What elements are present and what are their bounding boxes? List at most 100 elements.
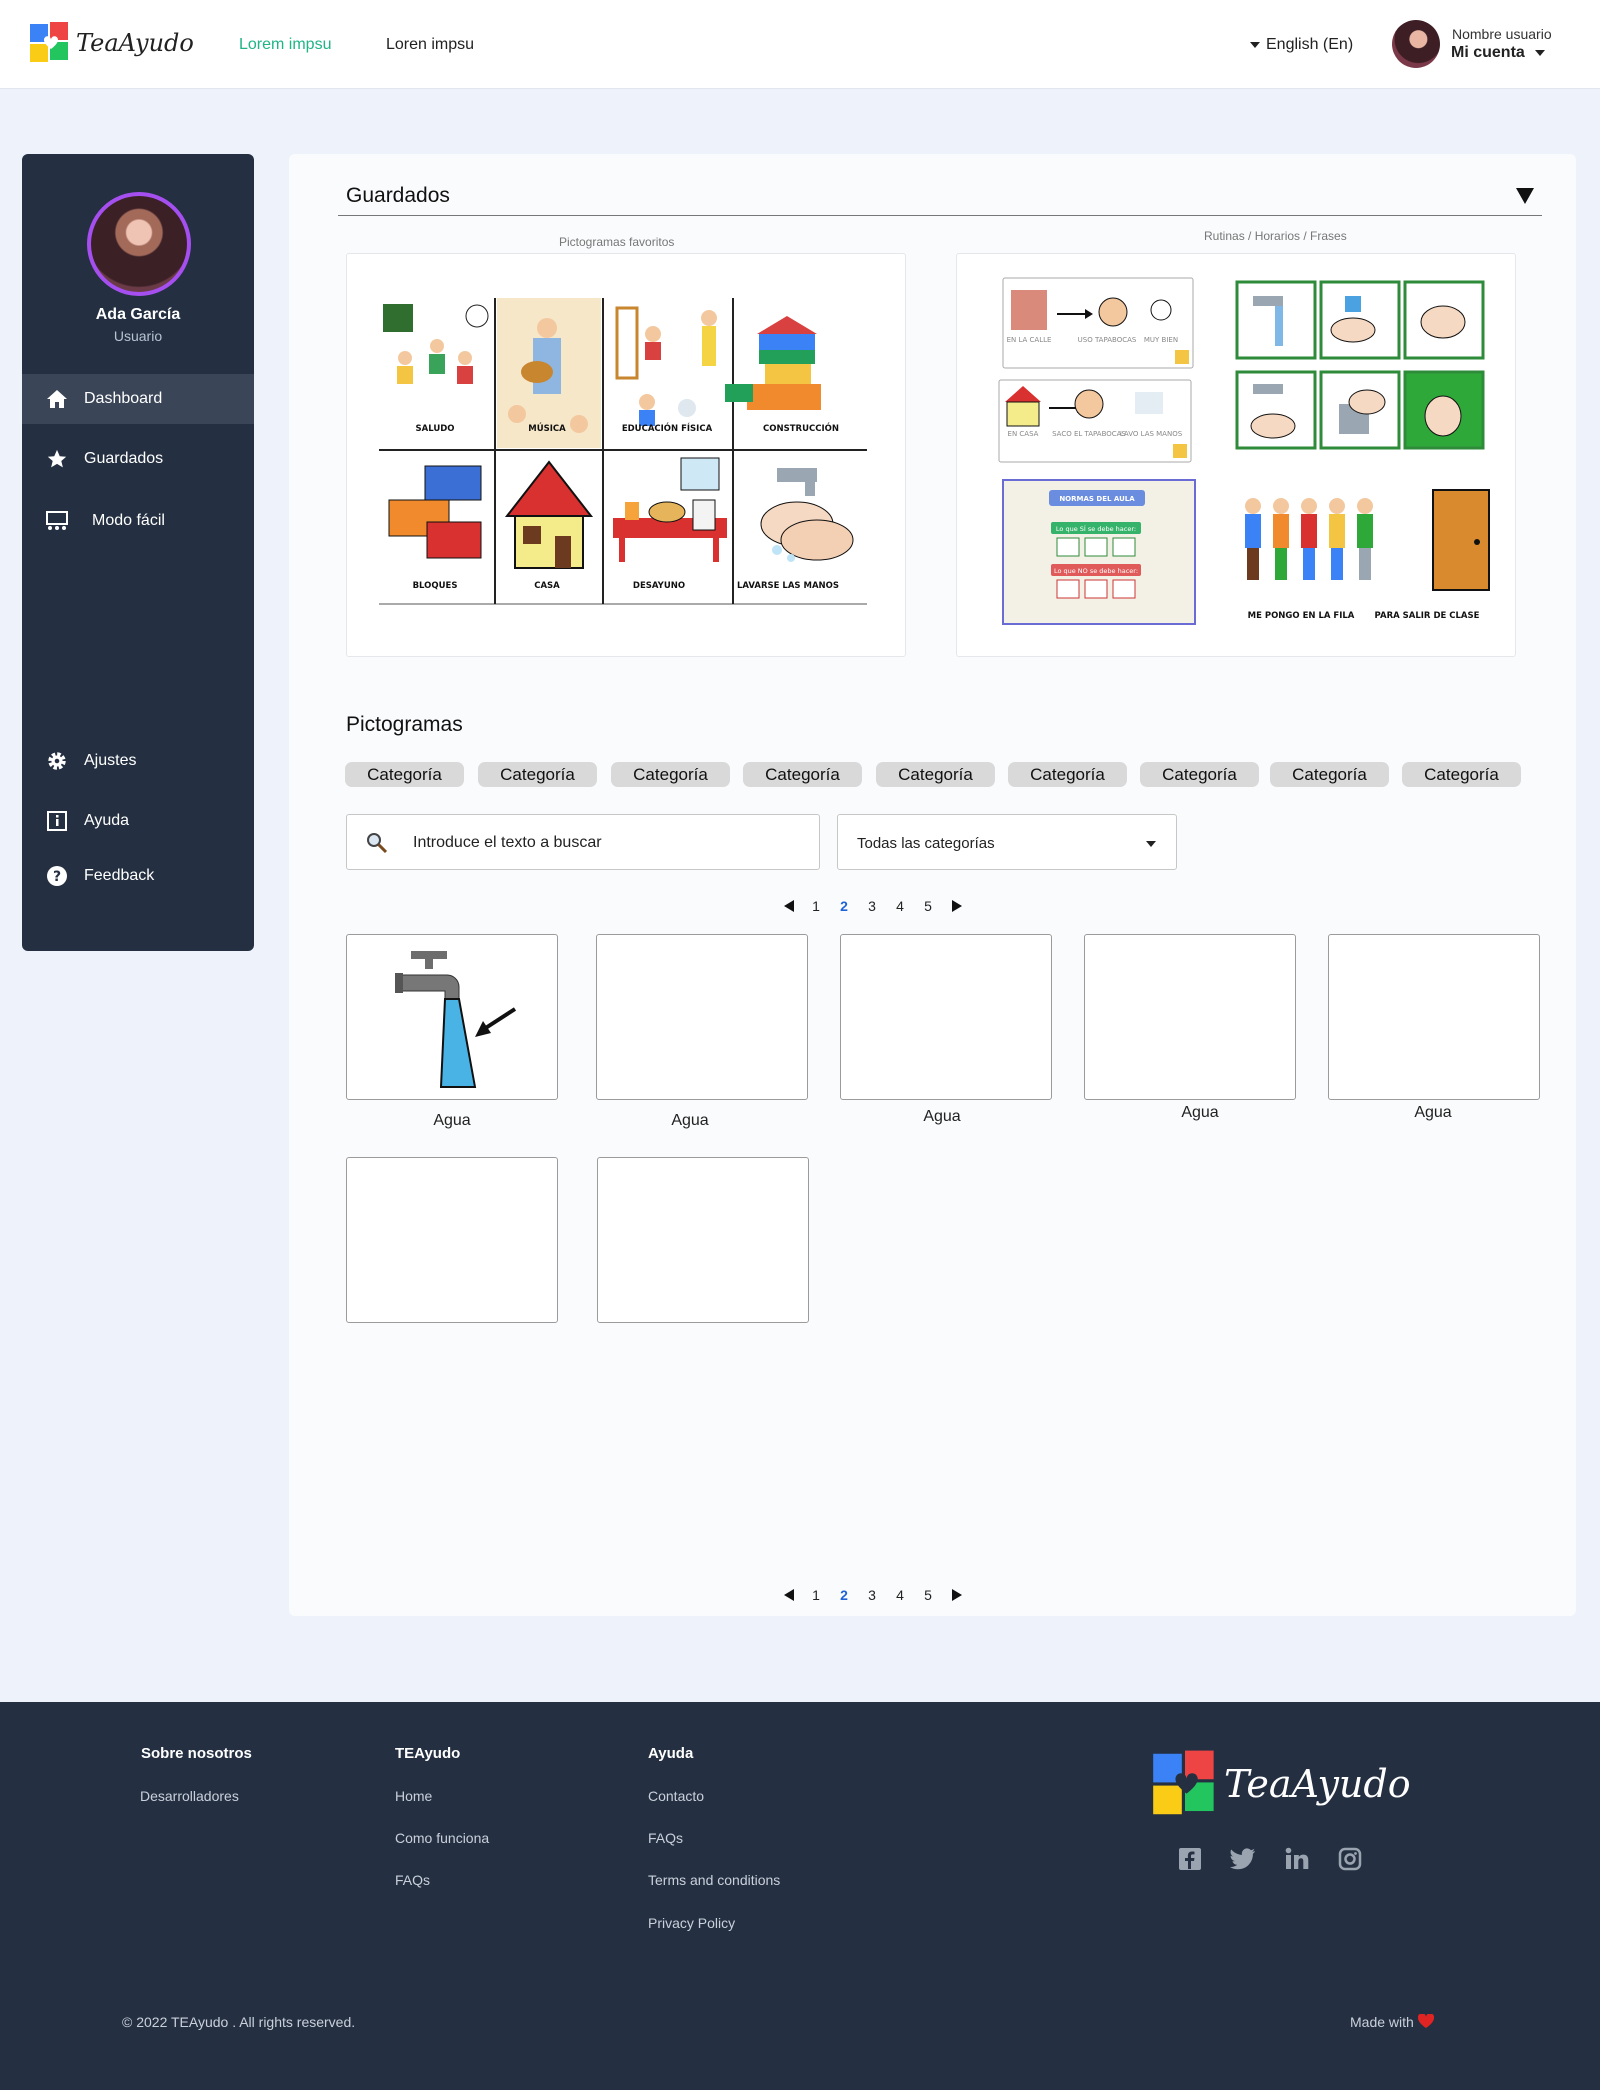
pagination-bottom: 1 2 3 4 5 <box>784 1587 962 1603</box>
category-chip[interactable]: Categoría <box>1008 762 1127 787</box>
puzzle-logo-icon <box>30 22 68 62</box>
footer-link-contact[interactable]: Contacto <box>648 1788 704 1804</box>
greeting-pictogram <box>383 304 489 384</box>
sidebar-item-dashboard[interactable]: Dashboard <box>22 374 254 424</box>
nav-link-1[interactable]: Lorem impsu <box>239 36 331 54</box>
pictogram-tile[interactable] <box>597 1157 809 1323</box>
account-menu-label: Mi cuenta <box>1451 44 1525 61</box>
footer-link-faqs[interactable]: FAQs <box>648 1830 683 1846</box>
routines-card-label: Rutinas / Horarios / Frases <box>1204 229 1347 243</box>
page-link[interactable]: 3 <box>858 1587 886 1603</box>
category-chip[interactable]: Categoría <box>743 762 862 787</box>
sidebar-item-label: Feedback <box>84 867 155 884</box>
footer-link-terms[interactable]: Terms and conditions <box>648 1872 780 1888</box>
sidebar-item-feedback[interactable]: ? Feedback <box>22 851 254 901</box>
category-chip[interactable]: Categoría <box>345 762 464 787</box>
routine-caption: PARA SALIR DE CLASE <box>1375 611 1480 621</box>
routine-caption: ME PONGO EN LA FILA <box>1248 611 1355 621</box>
next-page-icon[interactable] <box>952 1589 962 1601</box>
routine-caption: EN LA CALLE <box>1007 336 1052 344</box>
app-logo[interactable]: TeaAyudo <box>28 20 194 66</box>
collapse-toggle-icon[interactable] <box>1516 188 1534 204</box>
breakfast-pictogram <box>613 457 727 562</box>
made-with-label: Made with <box>1350 2014 1414 2030</box>
pictogram-tile[interactable] <box>840 934 1052 1100</box>
page-link[interactable]: 3 <box>858 898 886 914</box>
page-link-current[interactable]: 2 <box>830 1587 858 1603</box>
footer-logo[interactable]: TeaAyudo <box>1150 1747 1411 1821</box>
footer-column-title: Sobre nosotros <box>141 1745 252 1762</box>
sidebar-item-label: Dashboard <box>84 390 163 407</box>
instagram-icon[interactable] <box>1337 1846 1363 1872</box>
profile-avatar <box>87 192 191 296</box>
profile-role: Usuario <box>113 328 163 344</box>
category-filter-value: Todas las categorías <box>857 835 995 852</box>
category-chip[interactable]: Categoría <box>876 762 995 787</box>
star-icon <box>44 446 70 472</box>
footer-link-home[interactable]: Home <box>395 1788 432 1804</box>
home-icon <box>44 386 70 412</box>
search-input[interactable]: Introduce el texto a buscar <box>346 814 820 870</box>
pictogram-tile[interactable] <box>346 1157 558 1323</box>
category-chip[interactable]: Categoría <box>1270 762 1389 787</box>
page-link[interactable]: 5 <box>914 1587 942 1603</box>
question-icon: ? <box>44 863 70 889</box>
logo-text: TeaAyudo <box>76 29 194 57</box>
account-menu[interactable]: Mi cuenta <box>1451 44 1551 62</box>
routines-card[interactable]: EN LA CALLE USO TAPABOCAS MUY BIEN EN CA… <box>956 253 1516 657</box>
routine-caption: MUY BIEN <box>1144 336 1178 344</box>
pictogram-label: Agua <box>1414 1104 1452 1121</box>
routine-caption: SACO EL TAPABOCAS <box>1052 430 1126 438</box>
category-chip[interactable]: Categoría <box>478 762 597 787</box>
favorites-card[interactable]: SALUDO MÚSICA EDUCACIÓN FÍSICA CONSTRUCC… <box>346 253 906 657</box>
sidebar-item-ajustes[interactable]: Ajustes <box>22 736 254 786</box>
category-chip[interactable]: Categoría <box>611 762 730 787</box>
top-bar: TeaAyudo Lorem impsu Loren impsu English… <box>0 0 1600 89</box>
sidebar-item-guardados[interactable]: Guardados <box>22 434 254 484</box>
pictogram-tile[interactable] <box>346 934 558 1100</box>
rules-board-do: Lo que SÍ se debe hacer: <box>1056 524 1136 533</box>
favorites-pictogram-board: SALUDO MÚSICA EDUCACIÓN FÍSICA CONSTRUCC… <box>379 298 867 605</box>
footer-link-developers[interactable]: Desarrolladores <box>140 1788 239 1804</box>
made-with: Made with <box>1350 2013 1434 2030</box>
sidebar-item-ayuda[interactable]: Ayuda <box>22 796 254 846</box>
language-selector[interactable]: English (En) <box>1250 36 1353 54</box>
page-link[interactable]: 4 <box>886 1587 914 1603</box>
prev-page-icon[interactable] <box>784 900 794 912</box>
category-chip[interactable]: Categoría <box>1140 762 1259 787</box>
category-chip[interactable]: Categoría <box>1402 762 1521 787</box>
footer-column-title: Ayuda <box>648 1745 694 1762</box>
page-link[interactable]: 1 <box>802 1587 830 1603</box>
pictograms-section-title: Pictogramas <box>346 713 463 736</box>
pictogram-label: Agua <box>671 1112 709 1129</box>
category-filter-select[interactable]: Todas las categorías <box>837 814 1177 870</box>
page-link[interactable]: 5 <box>914 898 942 914</box>
linkedin-icon[interactable] <box>1284 1846 1310 1872</box>
page-link[interactable]: 1 <box>802 898 830 914</box>
footer-link-faqs[interactable]: FAQs <box>395 1872 430 1888</box>
routine-caption: LAVO LAS MANOS <box>1120 430 1183 438</box>
pictogram-tile[interactable] <box>1328 934 1540 1100</box>
page-link-current[interactable]: 2 <box>830 898 858 914</box>
footer-link-privacy[interactable]: Privacy Policy <box>648 1915 735 1931</box>
sidebar-item-label: Ajustes <box>84 752 137 769</box>
avatar[interactable] <box>1392 20 1440 68</box>
routines-board: EN LA CALLE USO TAPABOCAS MUY BIEN EN CA… <box>998 277 1490 625</box>
twitter-icon[interactable] <box>1230 1846 1256 1872</box>
page-link[interactable]: 4 <box>886 898 914 914</box>
prev-page-icon[interactable] <box>784 1589 794 1601</box>
next-page-icon[interactable] <box>952 900 962 912</box>
info-icon <box>44 808 70 834</box>
nav-link-2[interactable]: Loren impsu <box>386 36 474 54</box>
house-pictogram <box>504 460 594 569</box>
sidebar: Ada García Usuario Dashboard Guardados M… <box>22 154 254 951</box>
picto-caption: LAVARSE LAS MANOS <box>737 581 839 591</box>
pictogram-tile[interactable] <box>1084 934 1296 1100</box>
pictogram-tile[interactable] <box>596 934 808 1100</box>
facebook-icon[interactable] <box>1177 1846 1203 1872</box>
blocks-pictogram <box>388 465 482 559</box>
sidebar-item-label: Modo fácil <box>92 512 165 529</box>
footer-link-how-it-works[interactable]: Como funciona <box>395 1830 489 1846</box>
heart-icon <box>1417 2013 1434 2028</box>
sidebar-item-modo-facil[interactable]: Modo fácil <box>22 496 254 546</box>
